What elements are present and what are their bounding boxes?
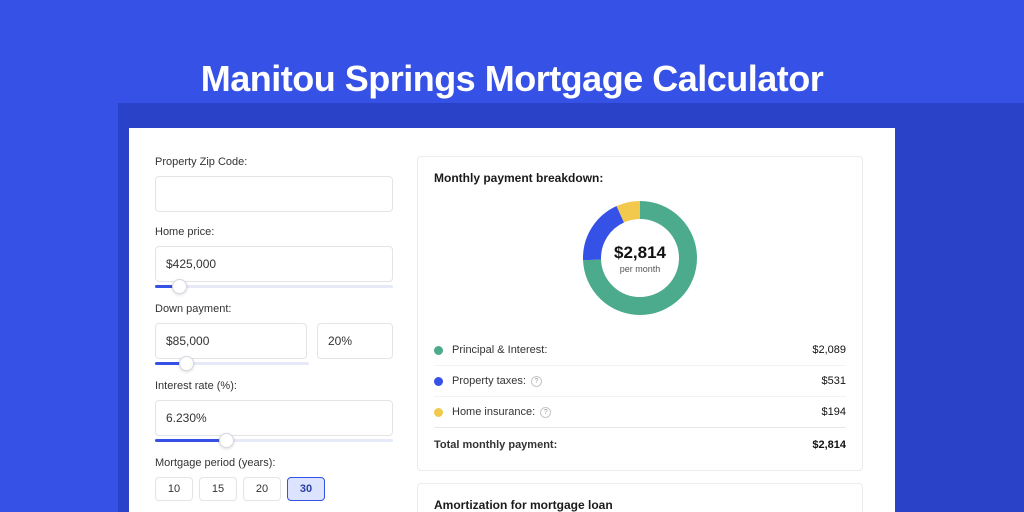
calculator-card: Property Zip Code: Home price: Down paym… (129, 128, 895, 512)
down-amount-input[interactable] (155, 323, 307, 359)
breakdown-value: $531 (822, 375, 846, 387)
donut-sublabel: per month (620, 264, 661, 274)
period-label: Mortgage period (years): (155, 457, 393, 469)
page-title: Manitou Springs Mortgage Calculator (0, 58, 1024, 100)
breakdown-value: $194 (822, 406, 846, 418)
breakdown-donut: $2,814 per month (579, 197, 701, 319)
down-group: Down payment: (155, 303, 393, 366)
legend-dot (434, 408, 443, 417)
total-value: $2,814 (812, 439, 846, 451)
price-input[interactable] (155, 246, 393, 282)
breakdown-row: Property taxes:?$531 (434, 365, 846, 396)
results-column: Monthly payment breakdown: $2,814 per mo… (417, 156, 863, 512)
breakdown-row: Principal & Interest:$2,089 (434, 335, 846, 365)
rate-group: Interest rate (%): (155, 380, 393, 443)
zip-input[interactable] (155, 176, 393, 212)
rate-label: Interest rate (%): (155, 380, 393, 392)
down-percent-input[interactable] (317, 323, 393, 359)
price-slider[interactable] (155, 281, 393, 289)
form-column: Property Zip Code: Home price: Down paym… (155, 156, 393, 512)
info-icon[interactable]: ? (540, 407, 551, 418)
total-label: Total monthly payment: (434, 439, 812, 451)
period-group: Mortgage period (years): 10152030 (155, 457, 393, 501)
amortization-title: Amortization for mortgage loan (434, 498, 846, 512)
breakdown-label: Home insurance:? (452, 406, 822, 418)
down-slider[interactable] (155, 358, 309, 366)
legend-dot (434, 377, 443, 386)
period-btn-20[interactable]: 20 (243, 477, 281, 501)
price-group: Home price: (155, 226, 393, 289)
breakdown-panel: Monthly payment breakdown: $2,814 per mo… (417, 156, 863, 471)
amortization-panel: Amortization for mortgage loan Amortizat… (417, 483, 863, 512)
info-icon[interactable]: ? (531, 376, 542, 387)
breakdown-label: Property taxes:? (452, 375, 822, 387)
breakdown-title: Monthly payment breakdown: (434, 171, 846, 185)
zip-label: Property Zip Code: (155, 156, 393, 168)
breakdown-value: $2,089 (812, 344, 846, 356)
period-btn-15[interactable]: 15 (199, 477, 237, 501)
period-btn-30[interactable]: 30 (287, 477, 325, 501)
zip-group: Property Zip Code: (155, 156, 393, 212)
down-label: Down payment: (155, 303, 393, 315)
rate-slider[interactable] (155, 435, 393, 443)
breakdown-row: Home insurance:?$194 (434, 396, 846, 427)
price-label: Home price: (155, 226, 393, 238)
rate-input[interactable] (155, 400, 393, 436)
legend-dot (434, 346, 443, 355)
breakdown-total-row: Total monthly payment: $2,814 (434, 427, 846, 460)
donut-amount: $2,814 (614, 243, 666, 263)
breakdown-label: Principal & Interest: (452, 344, 812, 356)
period-btn-10[interactable]: 10 (155, 477, 193, 501)
